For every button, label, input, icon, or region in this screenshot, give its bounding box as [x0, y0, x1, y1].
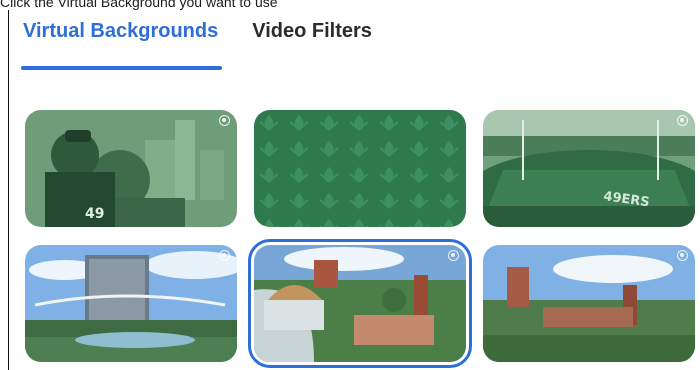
campus-tower-image: [483, 245, 695, 362]
background-grid: 49 49ERS: [9, 10, 700, 370]
mascot-image: 49: [25, 110, 237, 227]
background-tile-stadium[interactable]: 49ERS: [483, 110, 695, 227]
background-tile-modern-building[interactable]: [25, 245, 237, 362]
background-option-icon: [448, 250, 459, 261]
svg-text:49: 49: [85, 206, 104, 222]
background-option-icon: [219, 115, 230, 126]
background-tile-pattern[interactable]: [254, 110, 466, 227]
stadium-image: 49ERS: [483, 110, 695, 227]
background-option-icon: [677, 115, 688, 126]
backgrounds-panel: Virtual Backgrounds Video Filters 49 49E…: [8, 10, 700, 370]
background-tile-campus-dome[interactable]: [248, 239, 472, 368]
instruction-text: Click the Virtual Background you want to…: [0, 0, 278, 10]
modern-building-image: [25, 245, 237, 362]
background-tile-mascot[interactable]: 49: [25, 110, 237, 227]
pattern-image: [254, 110, 466, 227]
background-tile-campus-tower[interactable]: [483, 245, 695, 362]
campus-dome-image: [254, 245, 466, 362]
background-option-icon: [677, 250, 688, 261]
background-option-icon: [219, 250, 230, 261]
